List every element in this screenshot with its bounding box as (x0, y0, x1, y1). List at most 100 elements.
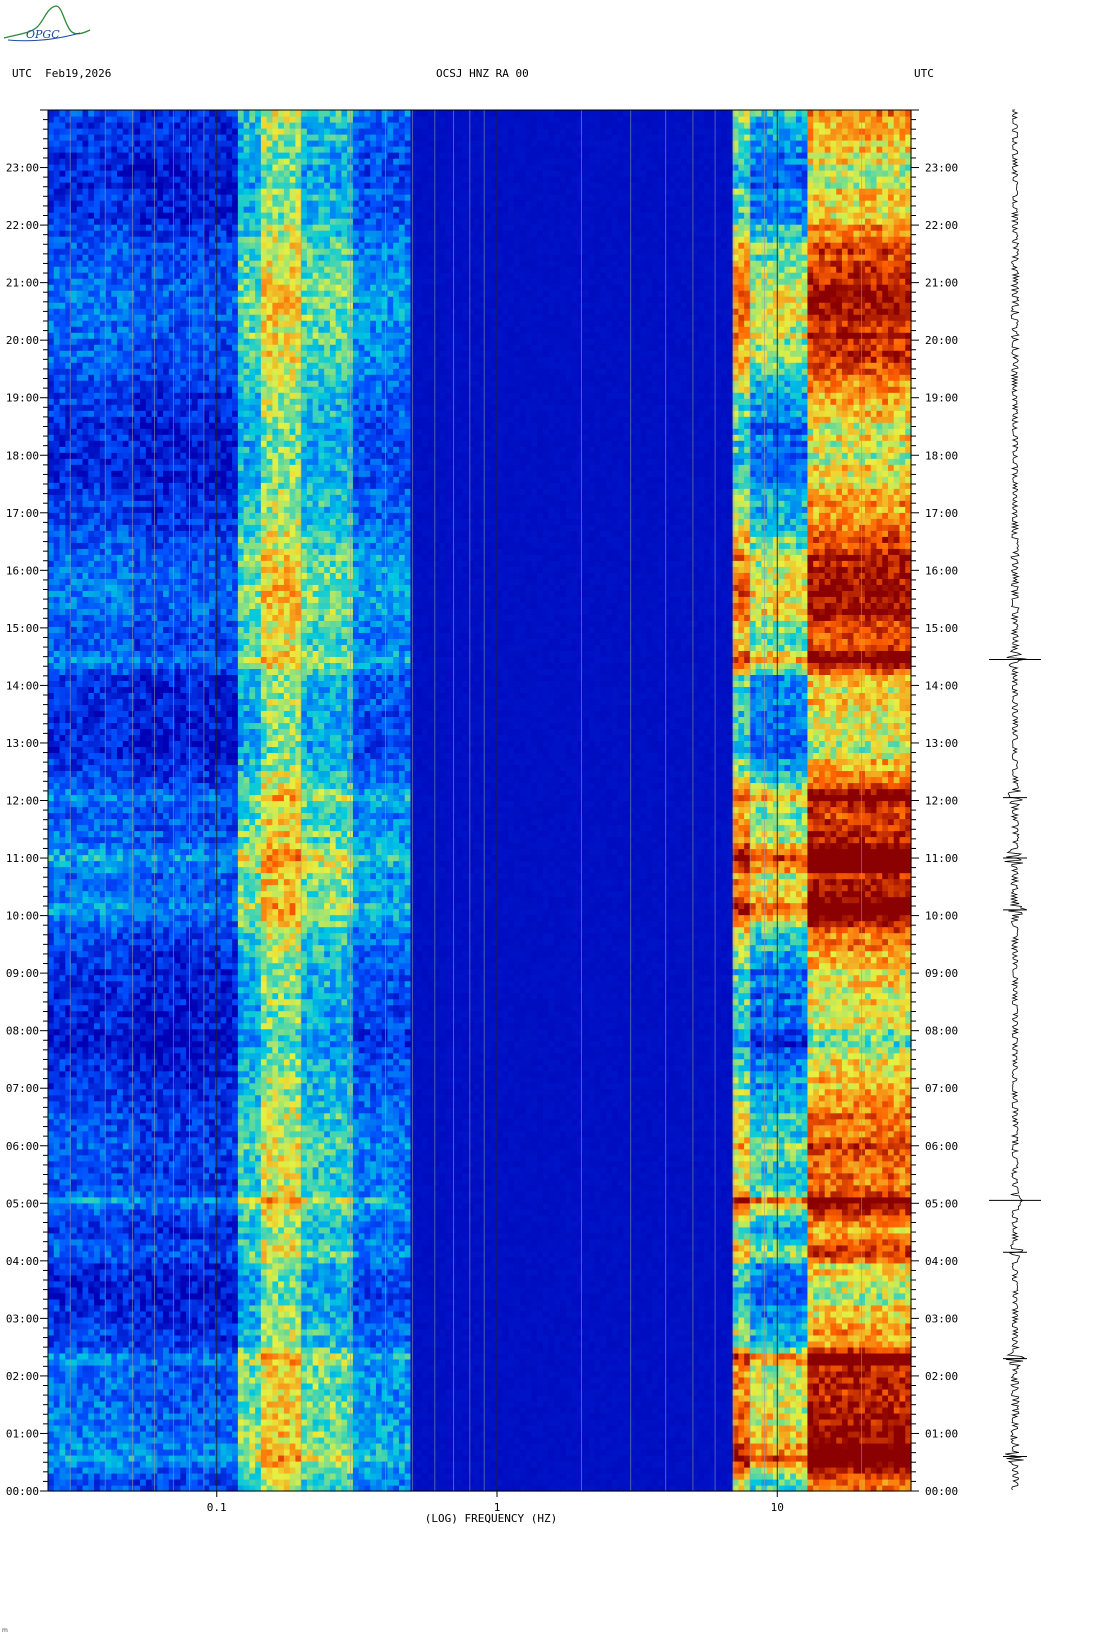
heatmap-cell (387, 1425, 393, 1432)
heatmap-cell (433, 1425, 439, 1432)
heatmap-cell (485, 1431, 491, 1438)
heatmap-cell (842, 1479, 848, 1486)
heatmap-cell (652, 1419, 658, 1426)
heatmap-cell (422, 1449, 428, 1456)
heatmap-cell (819, 1425, 825, 1432)
heatmap-cell (77, 1467, 83, 1474)
heatmap-cell (94, 1473, 100, 1480)
heatmap-cell (215, 1437, 221, 1444)
heatmap-cell (267, 1413, 273, 1420)
heatmap-cell (652, 1443, 658, 1450)
heatmap-cell (433, 1473, 439, 1480)
heatmap-cell (238, 1431, 244, 1438)
heatmap-cell (410, 1419, 416, 1426)
heatmap-cell (537, 1413, 543, 1420)
heatmap-cell (779, 1437, 785, 1444)
heatmap-cell (359, 1449, 365, 1456)
heatmap-cell (623, 1455, 629, 1462)
heatmap-cell (290, 1425, 296, 1432)
heatmap-cell (117, 1443, 123, 1450)
heatmap-cell (175, 1431, 181, 1438)
heatmap-cell (433, 1443, 439, 1450)
heatmap-cell (439, 1443, 445, 1450)
heatmap-cell (802, 1425, 808, 1432)
heatmap-cell (503, 1425, 509, 1432)
heatmap-cell (330, 1467, 336, 1474)
heatmap-cell (738, 1455, 744, 1462)
heatmap-cell (399, 1443, 405, 1450)
heatmap-cell (629, 1425, 635, 1432)
heatmap-cell (140, 1473, 146, 1480)
heatmap-cell (48, 1437, 54, 1444)
heatmap-cell (549, 1437, 555, 1444)
heatmap-cell (491, 1419, 497, 1426)
heatmap-cell (669, 1413, 675, 1420)
heatmap-cell (238, 1467, 244, 1474)
heatmap-cell (307, 1467, 313, 1474)
heatmap-cell (307, 1479, 313, 1486)
heatmap-cell (687, 1419, 693, 1426)
heatmap-cell (54, 1425, 60, 1432)
heatmap-cell (83, 1425, 89, 1432)
heatmap-cell (784, 1413, 790, 1420)
heatmap-cell (520, 1455, 526, 1462)
heatmap-cell (175, 1467, 181, 1474)
heatmap-cell (71, 1437, 77, 1444)
heatmap-cell (796, 1473, 802, 1480)
heatmap-cell (531, 1461, 537, 1468)
heatmap-cell (399, 1449, 405, 1456)
heatmap-cell (480, 1479, 486, 1486)
heatmap-cell (416, 1413, 422, 1420)
heatmap-cell (882, 1419, 888, 1426)
heatmap-cell (169, 1431, 175, 1438)
heatmap-cell (738, 1413, 744, 1420)
heatmap-cell (474, 1431, 480, 1438)
heatmap-cell (508, 1473, 514, 1480)
heatmap-cell (468, 1413, 474, 1420)
heatmap-cell (514, 1419, 520, 1426)
heatmap-cell (215, 1443, 221, 1450)
heatmap-cell (71, 1425, 77, 1432)
heatmap-cell (278, 1431, 284, 1438)
heatmap-cell (215, 1419, 221, 1426)
heatmap-cell (71, 1467, 77, 1474)
heatmap-cell (474, 1449, 480, 1456)
heatmap-cell (468, 1437, 474, 1444)
heatmap-cell (623, 1461, 629, 1468)
heatmap-cell (439, 1473, 445, 1480)
heatmap-cell (324, 1419, 330, 1426)
heatmap-cell (180, 1425, 186, 1432)
heatmap-cell (669, 1467, 675, 1474)
heatmap-cell (54, 1419, 60, 1426)
heatmap-cell (313, 1413, 319, 1420)
heatmap-cell (658, 1461, 664, 1468)
heatmap-cell (669, 1431, 675, 1438)
heatmap-cell (566, 1437, 572, 1444)
heatmap-cell (364, 1479, 370, 1486)
heatmap-cell (491, 1413, 497, 1420)
heatmap-cell (192, 1479, 198, 1486)
heatmap-cell (600, 1473, 606, 1480)
heatmap-cell (606, 1419, 612, 1426)
heatmap-cell (779, 1473, 785, 1480)
heatmap-cell (721, 1467, 727, 1474)
heatmap-cell (566, 1473, 572, 1480)
heatmap-cell (526, 1467, 532, 1474)
heatmap-cell (428, 1467, 434, 1474)
heatmap-cell (652, 1425, 658, 1432)
heatmap-cell (209, 1425, 215, 1432)
heatmap-cell (77, 1437, 83, 1444)
heatmap-cell (445, 1437, 451, 1444)
heatmap-cell (888, 1431, 894, 1438)
heatmap-cell (503, 1479, 509, 1486)
heatmap-cell (134, 1473, 140, 1480)
heatmap-cell (416, 1419, 422, 1426)
heatmap-cell (163, 1413, 169, 1420)
heatmap-cell (629, 1461, 635, 1468)
heatmap-cell (157, 1425, 163, 1432)
heatmap-cell (646, 1467, 652, 1474)
heatmap-cell (531, 1413, 537, 1420)
heatmap-cell (272, 1443, 278, 1450)
heatmap-cell (543, 1437, 549, 1444)
heatmap-cell (715, 1443, 721, 1450)
